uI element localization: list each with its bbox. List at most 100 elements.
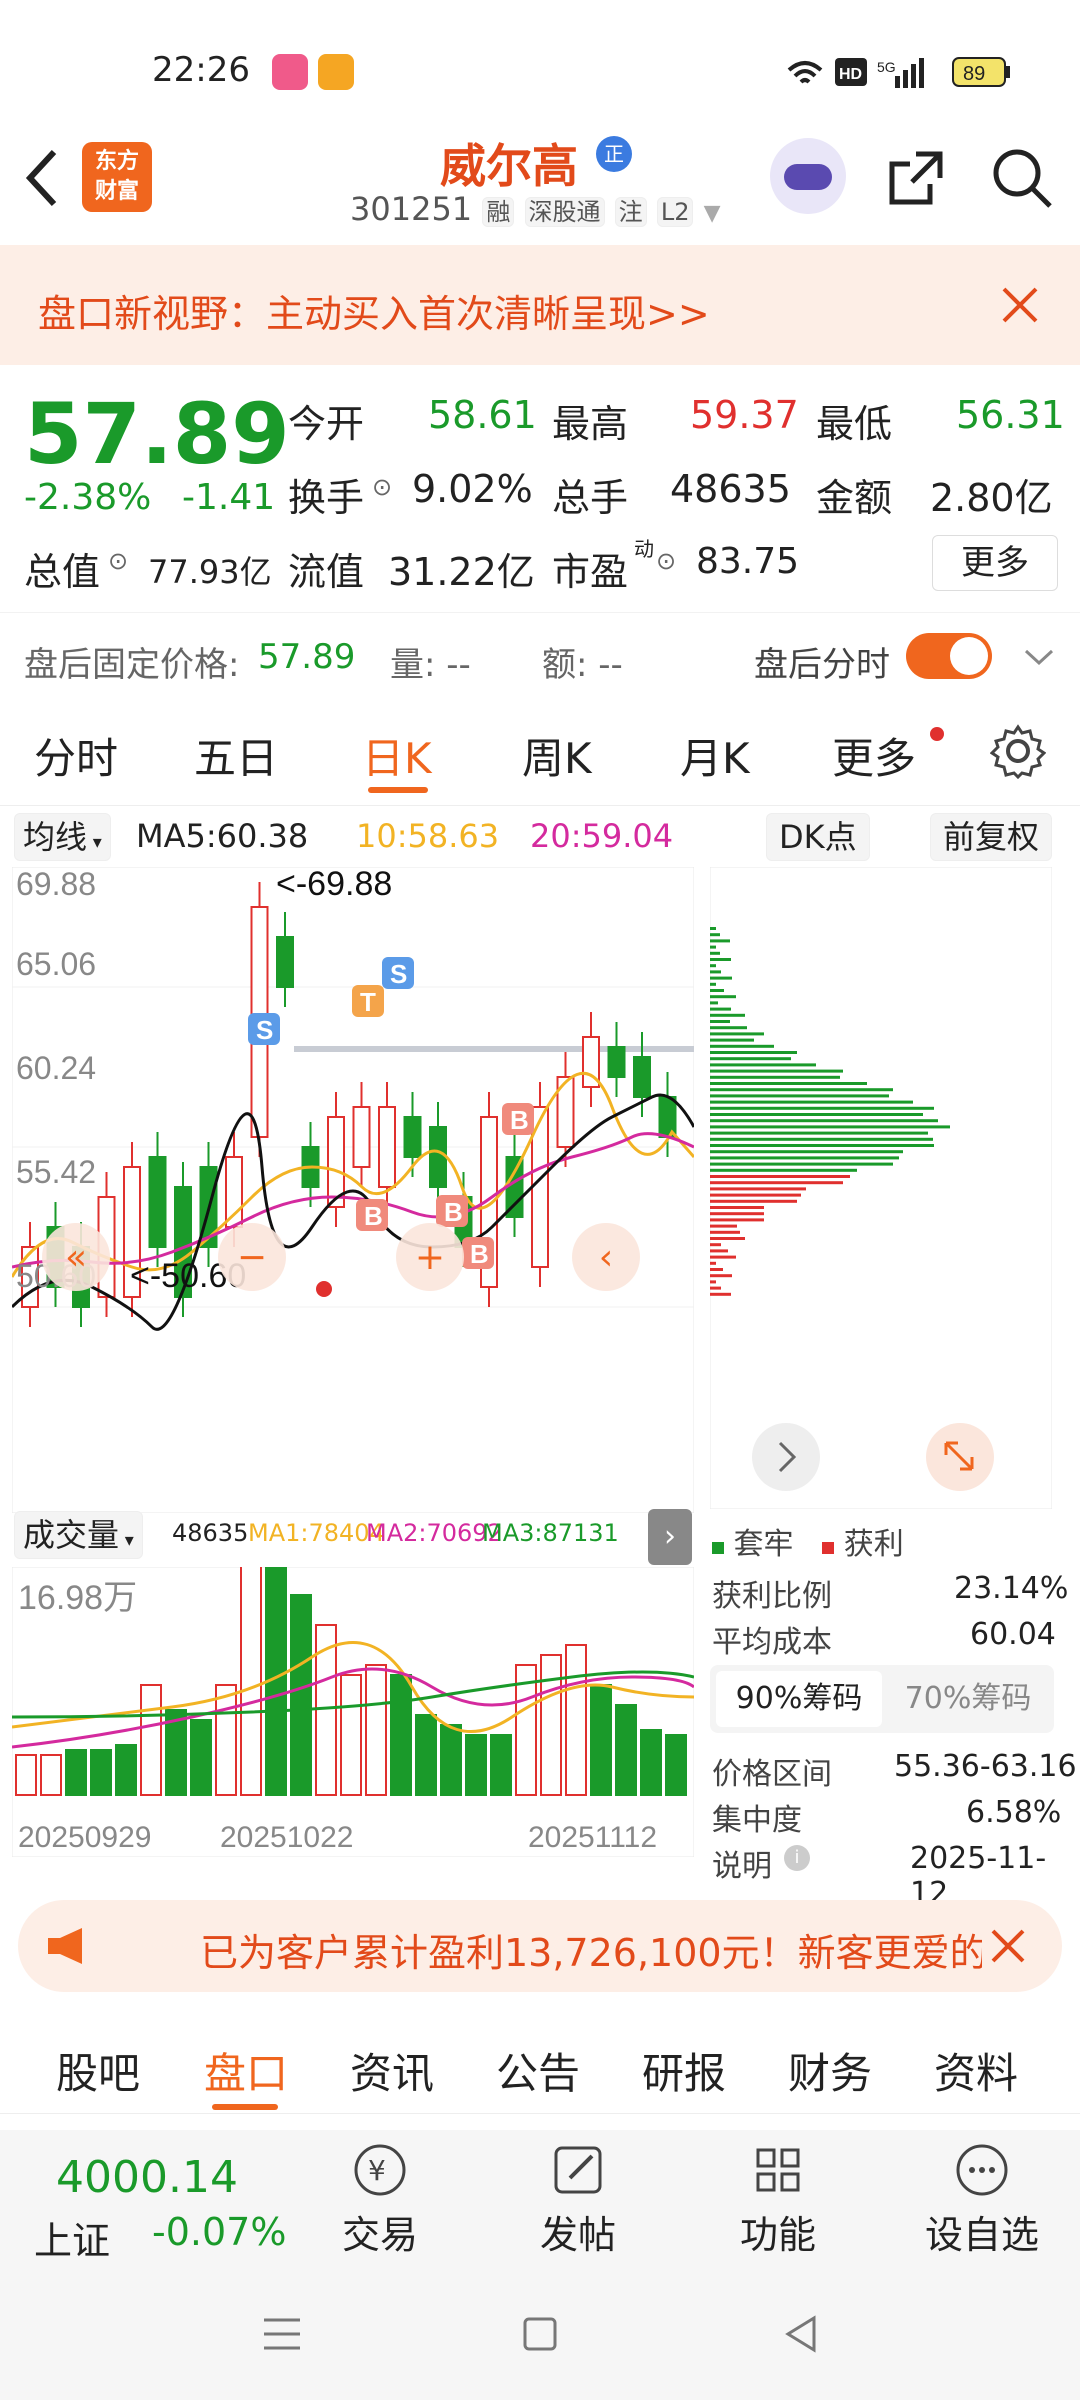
chevron-right-icon[interactable]: › bbox=[648, 1509, 692, 1565]
chip-bar bbox=[710, 1119, 938, 1123]
chip-bar bbox=[710, 1038, 754, 1042]
svg-text:¥: ¥ bbox=[368, 2154, 386, 2187]
assistant-avatar-icon[interactable] bbox=[770, 138, 846, 214]
chip-bar bbox=[710, 1007, 731, 1011]
promo-text: 已为客户累计盈利13,726,100元！新客更爱的 bbox=[200, 1931, 982, 1975]
search-icon[interactable] bbox=[990, 146, 1054, 210]
edit-icon bbox=[554, 2146, 602, 2194]
dropdown-triangle-icon: ▼ bbox=[703, 201, 721, 226]
chip-distribution-chart[interactable] bbox=[710, 867, 1052, 1509]
index-ticker[interactable]: 4000.14 上证 -0.07% bbox=[0, 2130, 286, 2270]
chip-bar bbox=[710, 1168, 857, 1172]
tab-orderbook[interactable]: 盘口 bbox=[204, 2040, 288, 2101]
stock-code-line[interactable]: 301251 融 深股通 注 L2 ▼ bbox=[350, 190, 721, 228]
y-label-2: 65.06 bbox=[16, 946, 96, 982]
ma-selector[interactable]: 均线 ▾ bbox=[14, 813, 111, 861]
chip-bar bbox=[710, 1100, 913, 1104]
chip-bar bbox=[710, 1212, 764, 1216]
chip-bar bbox=[710, 1113, 923, 1116]
share-icon[interactable] bbox=[886, 148, 946, 208]
tab-5day[interactable]: 五日 bbox=[194, 725, 278, 786]
dk-point-selector[interactable]: DK点 bbox=[766, 813, 870, 861]
tab-intraday[interactable]: 分时 bbox=[34, 725, 118, 786]
chip-bar bbox=[710, 1001, 718, 1005]
chip-bar bbox=[710, 1249, 728, 1253]
chip-bar bbox=[710, 1088, 893, 1092]
tag-l2: L2 bbox=[656, 197, 694, 227]
close-icon[interactable] bbox=[990, 1928, 1026, 1964]
chip-bar bbox=[710, 964, 716, 968]
volume-indicator-selector[interactable]: 成交量 ▾ bbox=[14, 1511, 143, 1559]
chip-bar bbox=[710, 958, 731, 961]
volume-value: 48635 bbox=[172, 1519, 249, 1547]
chip-bar bbox=[710, 1292, 731, 1296]
app-notification-icon bbox=[272, 54, 308, 90]
chip-bar bbox=[710, 1156, 899, 1160]
date-label-2: 20251022 bbox=[220, 1821, 353, 1854]
chip-bar bbox=[710, 1082, 867, 1085]
menu-icon[interactable] bbox=[262, 2316, 302, 2352]
stock-code: 301251 bbox=[350, 190, 473, 228]
after-hours-toggle[interactable] bbox=[906, 633, 992, 679]
promo-banner[interactable]: 盘口新视野：主动买入首次清晰呈现>> bbox=[0, 245, 1080, 365]
active-tab-indicator bbox=[212, 2104, 278, 2110]
functions-button[interactable]: 功能 bbox=[718, 2140, 838, 2260]
tab-more[interactable]: 更多 bbox=[832, 725, 916, 786]
chip-bar bbox=[710, 970, 721, 974]
profit-promo-bar[interactable]: 已为客户累计盈利13,726,100元！新客更爱的 bbox=[18, 1900, 1062, 1992]
post-button[interactable]: 发帖 bbox=[518, 2140, 638, 2260]
svg-text:B: B bbox=[470, 1239, 489, 1269]
chip-bar bbox=[710, 1286, 721, 1290]
close-icon[interactable] bbox=[1000, 285, 1040, 325]
trade-button[interactable]: ¥ 交易 bbox=[320, 2140, 440, 2260]
tab-research[interactable]: 研报 bbox=[642, 2040, 726, 2101]
volume-bar bbox=[340, 1674, 362, 1796]
tab-weekly-k[interactable]: 周K bbox=[522, 725, 592, 786]
kline-chart-area: 均线 ▾ MA5:60.38 10:58.63 20:59.04 DK点 前复权… bbox=[0, 805, 1080, 1911]
chip-legend: 套牢 获利 bbox=[712, 1519, 904, 1563]
info-icon[interactable]: i bbox=[784, 1845, 810, 1871]
high-label: 最高 bbox=[552, 402, 629, 446]
avg-cost-label: 平均成本 bbox=[712, 1625, 832, 1660]
bottom-dock: 4000.14 上证 -0.07% ¥ 交易 发帖 功能 设自选 bbox=[0, 2130, 1080, 2270]
candle bbox=[429, 1126, 447, 1188]
add-watchlist-button[interactable]: 设自选 bbox=[912, 2140, 1052, 2260]
candle bbox=[352, 1106, 371, 1168]
kline-chart[interactable]: 69.88 65.06 60.24 55.42 50.60 <-69.88 <-… bbox=[12, 867, 694, 1513]
tab-monthly-k[interactable]: 月K bbox=[680, 725, 750, 786]
y-label-4: 55.42 bbox=[16, 1154, 96, 1190]
chip-bar bbox=[710, 982, 716, 986]
status-time: 22:26 bbox=[152, 50, 250, 90]
more-quote-button[interactable]: 更多 bbox=[932, 535, 1058, 591]
home-icon[interactable] bbox=[522, 2316, 558, 2352]
back-nav-icon[interactable] bbox=[782, 2314, 818, 2354]
info-icon[interactable]: ⊙ bbox=[372, 473, 392, 501]
index-name: 上证 bbox=[34, 2219, 111, 2263]
tab-profile[interactable]: 资料 bbox=[934, 2040, 1018, 2101]
tab-chip-70[interactable]: 70%筹码 bbox=[888, 1671, 1048, 1727]
info-icon[interactable]: ⊙ bbox=[108, 547, 128, 575]
chip-next-button[interactable] bbox=[752, 1423, 820, 1491]
change-percent: -2.38% bbox=[24, 477, 152, 518]
tab-forum[interactable]: 股吧 bbox=[56, 2040, 140, 2101]
info-icon[interactable]: ⊙ bbox=[656, 547, 676, 575]
adjust-selector[interactable]: 前复权 bbox=[930, 813, 1053, 861]
chip-bar bbox=[710, 1044, 774, 1048]
back-icon[interactable] bbox=[24, 148, 60, 208]
volume-bar bbox=[115, 1744, 137, 1796]
tab-announcements[interactable]: 公告 bbox=[496, 2040, 580, 2101]
status-icons: HD 5G 89 bbox=[787, 57, 1010, 88]
tab-news[interactable]: 资讯 bbox=[350, 2040, 434, 2101]
turnover-label: 换手 bbox=[288, 476, 365, 520]
pe-label: 市盈 bbox=[552, 550, 629, 594]
svg-text:HD: HD bbox=[839, 66, 862, 83]
volume-bar bbox=[140, 1684, 162, 1796]
chevron-down-icon[interactable] bbox=[1024, 647, 1054, 667]
stock-name: 威尔高 bbox=[440, 139, 578, 193]
settings-gear-icon[interactable] bbox=[990, 723, 1046, 779]
tab-finance[interactable]: 财务 bbox=[788, 2040, 872, 2101]
event-dot[interactable] bbox=[316, 1281, 332, 1297]
volume-chart[interactable]: 16.98万 20250929 20251022 20251112 bbox=[12, 1567, 694, 1857]
tab-chip-90[interactable]: 90%筹码 bbox=[716, 1671, 882, 1727]
tab-daily-k[interactable]: 日K bbox=[362, 725, 432, 786]
